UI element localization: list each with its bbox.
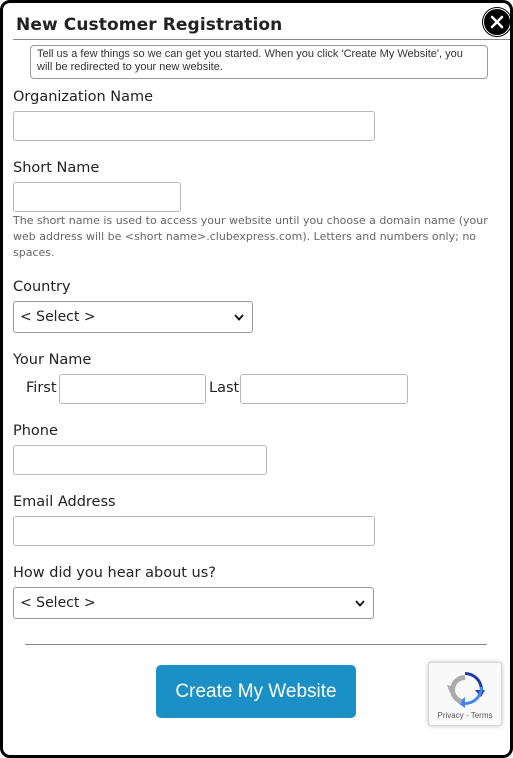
- phone-input[interactable]: [13, 445, 267, 475]
- country-label: Country: [13, 279, 71, 295]
- email-label: Email Address: [13, 494, 116, 510]
- intro-message: Tell us a few things so we can get you s…: [30, 45, 488, 79]
- title-divider: [13, 39, 510, 40]
- referral-select[interactable]: < Select >: [13, 587, 374, 619]
- registration-dialog: New Customer Registration Tell us a few …: [0, 0, 513, 758]
- dialog-title: New Customer Registration: [16, 15, 283, 35]
- create-website-button[interactable]: Create My Website: [156, 665, 356, 718]
- form-divider: [25, 644, 487, 645]
- last-name-input[interactable]: [240, 374, 408, 404]
- phone-label: Phone: [13, 423, 58, 439]
- short-name-input[interactable]: [13, 182, 181, 212]
- chevron-down-icon: [355, 599, 365, 607]
- chevron-down-icon: [234, 313, 244, 321]
- organization-name-label: Organization Name: [13, 89, 154, 105]
- first-name-label: First: [26, 380, 57, 396]
- close-icon: [490, 15, 504, 29]
- first-name-input[interactable]: [59, 374, 206, 404]
- last-name-label: Last: [209, 380, 240, 396]
- country-select[interactable]: < Select >: [13, 301, 253, 333]
- country-select-value: < Select >: [20, 309, 96, 325]
- recaptcha-separator: -: [465, 711, 469, 720]
- organization-name-input[interactable]: [13, 111, 375, 141]
- email-input[interactable]: [13, 516, 375, 546]
- recaptcha-terms-link[interactable]: Terms: [471, 711, 493, 720]
- referral-label: How did you hear about us?: [13, 565, 216, 581]
- your-name-label: Your Name: [13, 352, 92, 368]
- close-button[interactable]: [483, 8, 510, 36]
- recaptcha-links: Privacy - Terms: [429, 711, 501, 720]
- recaptcha-privacy-link[interactable]: Privacy: [438, 711, 464, 720]
- referral-select-value: < Select >: [20, 595, 96, 611]
- recaptcha-badge[interactable]: Privacy - Terms: [428, 662, 502, 726]
- short-name-label: Short Name: [13, 160, 100, 176]
- recaptcha-logo-icon: [447, 672, 485, 708]
- short-name-help: The short name is used to access your we…: [13, 214, 488, 259]
